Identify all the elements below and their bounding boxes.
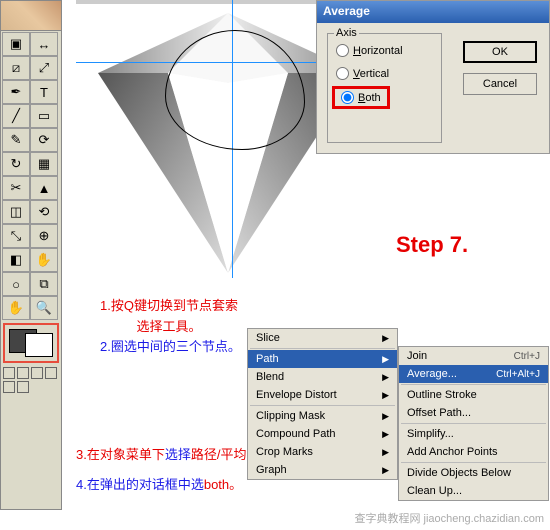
menu-join[interactable]: JoinCtrl+J	[399, 347, 548, 365]
tool-rectangle[interactable]: ▭	[30, 104, 58, 128]
menu-simplify[interactable]: Simplify...	[399, 425, 548, 443]
step-label: Step 7.	[396, 232, 468, 258]
path-submenu: JoinCtrl+J Average...Ctrl+Alt+J Outline …	[398, 346, 549, 501]
tool-paintbrush[interactable]: ✎	[2, 128, 30, 152]
menu-cleanup[interactable]: Clean Up...	[399, 482, 548, 500]
tool-type[interactable]: T	[30, 80, 58, 104]
menu-compound[interactable]: Compound Path▶	[248, 425, 397, 443]
axis-label: Axis	[334, 27, 359, 39]
toolbox-modes	[1, 365, 61, 395]
tool-lasso[interactable]: ⤢	[30, 56, 58, 80]
dialog-title: Average	[317, 1, 549, 23]
tool-pencil[interactable]: ⟳	[30, 128, 58, 152]
instruction-4: 4.在弹出的对话框中选both。	[76, 474, 242, 493]
tool-zoom[interactable]: 🔍	[30, 296, 58, 320]
menu-offset[interactable]: Offset Path...	[399, 404, 548, 422]
watermark: 查字典教程网 jiaocheng.chazidian.com	[354, 510, 544, 526]
menu-clipping[interactable]: Clipping Mask▶	[248, 407, 397, 425]
radio-both[interactable]: Both	[332, 86, 390, 109]
tool-free-transform[interactable]: ▲	[30, 176, 58, 200]
menu-addanchor[interactable]: Add Anchor Points	[399, 443, 548, 461]
menu-average[interactable]: Average...Ctrl+Alt+J	[399, 365, 548, 383]
tool-pen[interactable]: ✒	[2, 80, 30, 104]
instruction-1: 1.按Q键切换到节点套索选择工具。	[100, 296, 238, 338]
tool-warp[interactable]: ✂	[2, 176, 30, 200]
tool-selection[interactable]: ▣	[2, 32, 30, 56]
fill-stroke-swatch[interactable]	[3, 323, 59, 363]
mode-1[interactable]	[3, 367, 15, 379]
toolbox: ▣ ↔ ⧄ ⤢ ✒ T ╱ ▭ ✎ ⟳ ↻ ▦ ✂ ▲ ◫ ⟲ ⤡ ⊕ ◧ ✋ …	[0, 0, 62, 510]
tool-gradient[interactable]: ⊕	[30, 224, 58, 248]
menu-blend[interactable]: Blend▶	[248, 368, 397, 386]
tool-direct-select[interactable]: ↔	[30, 32, 58, 56]
tool-mesh[interactable]: ⤡	[2, 224, 30, 248]
mode-5[interactable]	[3, 381, 15, 393]
menu-slice[interactable]: Slice▶	[248, 329, 397, 347]
ok-button[interactable]: OK	[463, 41, 537, 63]
menu-path[interactable]: Path▶	[248, 350, 397, 368]
average-dialog: Average Axis Horizontal Vertical Both OK…	[316, 0, 550, 154]
instruction-2: 2.圈选中间的三个节点。	[100, 336, 241, 355]
tool-line[interactable]: ╱	[2, 104, 30, 128]
mode-4[interactable]	[45, 367, 57, 379]
radio-horizontal[interactable]: Horizontal	[336, 44, 441, 57]
tool-rotate[interactable]: ↻	[2, 152, 30, 176]
menu-envelope[interactable]: Envelope Distort▶	[248, 386, 397, 404]
tool-eyedropper[interactable]: ◧	[2, 248, 30, 272]
menu-divide[interactable]: Divide Objects Below	[399, 464, 548, 482]
tool-symbol[interactable]: ◫	[2, 200, 30, 224]
axis-fieldset: Axis Horizontal Vertical Both	[327, 33, 442, 143]
tool-graph[interactable]: ⟲	[30, 200, 58, 224]
menu-graph[interactable]: Graph▶	[248, 461, 397, 479]
tool-hand[interactable]: ✋	[2, 296, 30, 320]
object-submenu: Slice▶ Path▶ Blend▶ Envelope Distort▶ Cl…	[247, 328, 398, 480]
tool-magic-wand[interactable]: ⧄	[2, 56, 30, 80]
tool-scale[interactable]: ▦	[30, 152, 58, 176]
tool-grid: ▣ ↔ ⧄ ⤢ ✒ T ╱ ▭ ✎ ⟳ ↻ ▦ ✂ ▲ ◫ ⟲ ⤡ ⊕ ◧ ✋ …	[1, 31, 61, 321]
menu-crop[interactable]: Crop Marks▶	[248, 443, 397, 461]
mode-2[interactable]	[17, 367, 29, 379]
tool-blend[interactable]: ✋	[30, 248, 58, 272]
mode-3[interactable]	[31, 367, 43, 379]
tool-slice[interactable]: ○	[2, 272, 30, 296]
cancel-button[interactable]: Cancel	[463, 73, 537, 95]
radio-vertical[interactable]: Vertical	[336, 67, 441, 80]
tool-scissors[interactable]: ⧉	[30, 272, 58, 296]
mode-6[interactable]	[17, 381, 29, 393]
app-logo	[1, 1, 61, 31]
menu-outline[interactable]: Outline Stroke	[399, 386, 548, 404]
